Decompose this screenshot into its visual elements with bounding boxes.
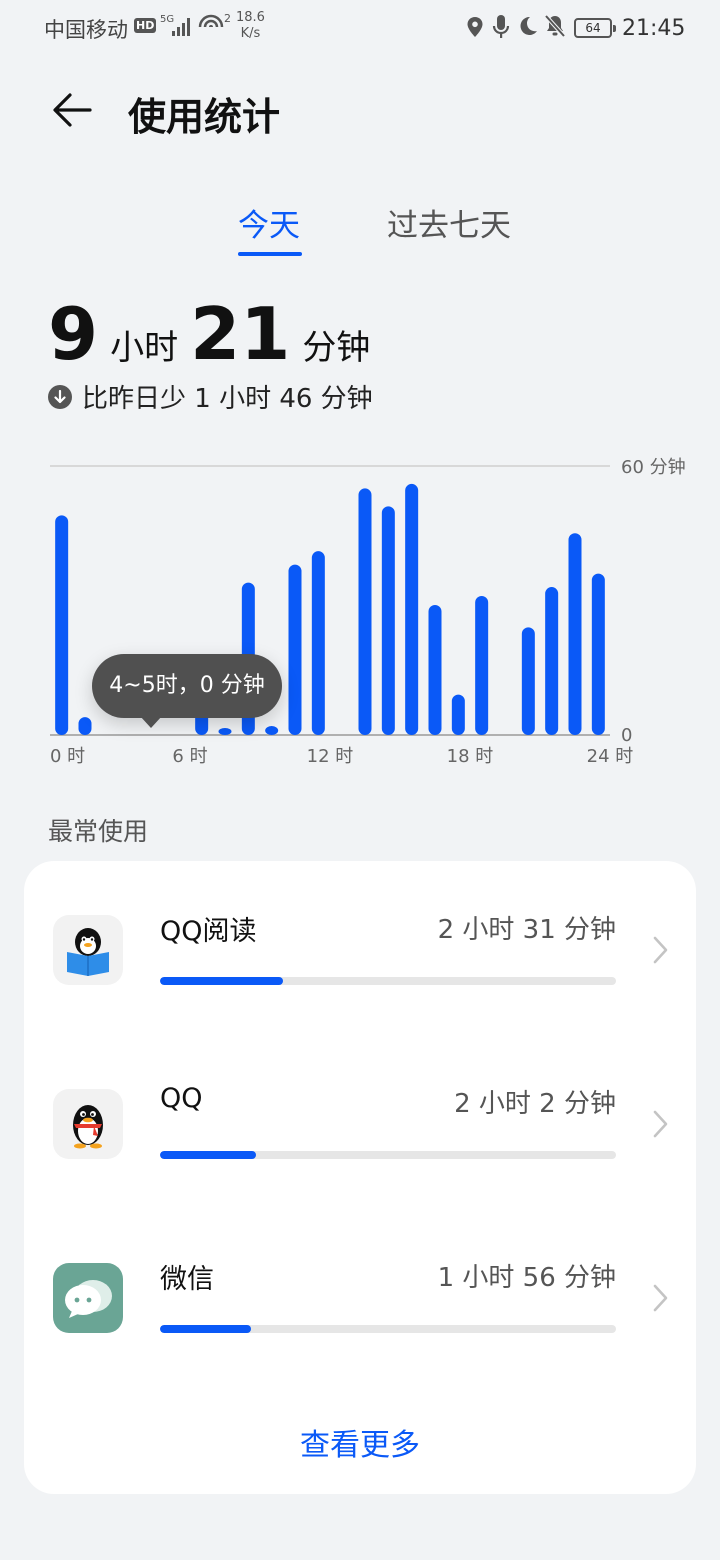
x-tick-label: 12 时 <box>307 746 354 767</box>
moon-icon <box>520 16 537 35</box>
battery-icon: 64 <box>574 18 616 38</box>
hd-badge: HD <box>134 18 157 33</box>
chart-bar <box>218 728 232 735</box>
chart-bar <box>521 627 535 735</box>
chart-bar <box>591 573 605 735</box>
app-row-wechat[interactable]: 微信 1 小时 56 分钟 <box>24 1263 696 1413</box>
compare-yesterday: 比昨日少 1 小时 46 分钟 <box>48 378 373 415</box>
chart-bar <box>475 596 489 735</box>
usage-progress-bar <box>160 977 616 985</box>
app-name: 微信 <box>160 1264 214 1295</box>
network-speed: 18.6 K/s <box>236 10 265 42</box>
chart-bar <box>78 717 92 735</box>
app-time: 2 小时 2 分钟 <box>454 1089 616 1119</box>
chart-bar <box>568 533 582 735</box>
speed-value: 18.6 <box>236 10 265 25</box>
usage-progress-bar <box>160 1325 616 1333</box>
chart-bar <box>265 726 279 735</box>
carrier-label: 中国移动 <box>44 18 128 42</box>
app-row-qq-reader[interactable]: QQ阅读 2 小时 31 分钟 <box>24 915 696 1065</box>
view-more-link[interactable]: 查看更多 <box>24 1420 696 1464</box>
signal-icon <box>172 16 194 36</box>
chart-bar <box>55 515 69 735</box>
qq-penguin-icon <box>53 1089 123 1159</box>
app-time: 2 小时 31 分钟 <box>437 915 616 945</box>
chart-bar <box>288 564 302 735</box>
back-arrow-icon[interactable] <box>50 88 94 132</box>
tab-today[interactable]: 今天 <box>238 200 300 245</box>
x-tick-label: 6 时 <box>172 746 207 767</box>
usage-progress-fill <box>160 977 284 985</box>
clock: 21:45 <box>622 16 686 41</box>
arrow-down-circle-icon <box>48 384 72 409</box>
bell-off-icon <box>544 14 566 38</box>
compare-text: 比昨日少 1 小时 46 分钟 <box>82 384 373 414</box>
usage-progress-bar <box>160 1151 616 1159</box>
status-bar: 中国移动 HD 5G 2 18.6 K/s 64 21:45 <box>0 0 720 56</box>
chart-bar <box>405 483 419 735</box>
speed-unit: K/s <box>240 26 261 41</box>
app-row-qq[interactable]: QQ 2 小时 2 分钟 <box>24 1083 696 1239</box>
total-hours: 9 <box>48 292 99 376</box>
usage-progress-fill <box>160 1151 256 1159</box>
chevron-right-icon <box>653 936 668 964</box>
section-title: 最常使用 <box>48 817 149 846</box>
y-axis-max-label: 60 分钟 <box>621 457 686 478</box>
app-name: QQ阅读 <box>160 916 257 947</box>
tab-past-seven-days[interactable]: 过去七天 <box>387 200 511 245</box>
page-title: 使用统计 <box>128 95 281 139</box>
chart-bar <box>451 694 465 735</box>
chart-bar <box>358 488 372 735</box>
x-tick-label: 18 时 <box>447 746 494 767</box>
mic-icon <box>492 15 510 38</box>
total-minutes: 21 <box>190 292 291 376</box>
chart-bar <box>311 551 325 735</box>
app-time: 1 小时 56 分钟 <box>437 1263 616 1293</box>
x-tick-label: 0 时 <box>50 746 85 767</box>
y-axis-min-label: 0 <box>621 725 632 746</box>
tab-selected-indicator <box>238 252 302 256</box>
wechat-icon <box>53 1263 123 1333</box>
usage-progress-fill <box>160 1325 252 1333</box>
qq-reader-icon <box>53 915 123 985</box>
location-icon <box>467 17 483 37</box>
chart-bar <box>428 604 442 735</box>
minutes-unit: 分钟 <box>302 328 371 368</box>
app-name: QQ <box>160 1083 203 1114</box>
chart-tooltip-tail <box>140 716 162 728</box>
chart-bar <box>545 587 559 735</box>
chart-bar <box>381 506 395 735</box>
chevron-right-icon <box>653 1284 668 1312</box>
x-tick-label: 24 时 <box>587 746 634 767</box>
total-usage: 9 小时 21 分钟 <box>48 292 382 376</box>
usage-chart[interactable]: 60 分钟 0 0 时 6 时 12 时 18 时 24 时 <box>0 450 720 780</box>
hours-unit: 小时 <box>110 328 179 368</box>
wifi-sub: 2 <box>224 12 231 25</box>
chevron-right-icon <box>653 1110 668 1138</box>
chart-tooltip: 4~5时，0 分钟 <box>92 654 282 718</box>
